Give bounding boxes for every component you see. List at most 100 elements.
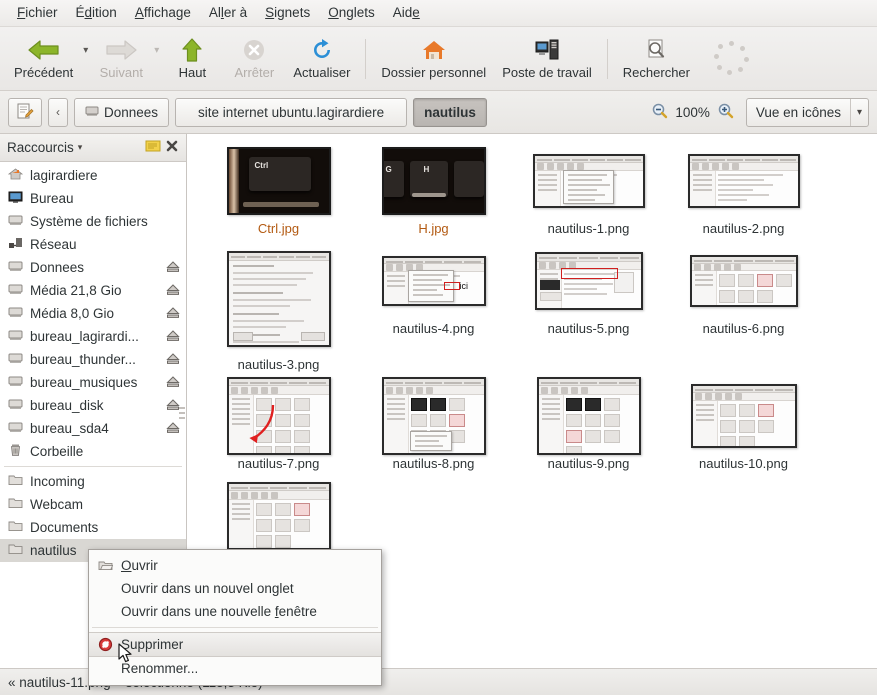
blank-icon xyxy=(97,661,113,677)
file-item[interactable]: nautilus-9.png xyxy=(511,377,666,479)
menu-edition[interactable]: Édition xyxy=(67,2,126,24)
zoom-controls: 100% xyxy=(651,102,734,122)
menu-aide[interactable]: Aide xyxy=(384,2,429,24)
eject-icon[interactable] xyxy=(166,306,180,322)
eject-icon[interactable] xyxy=(166,283,180,299)
context-menu-item-supprimer[interactable]: Supprimer xyxy=(89,632,381,657)
sidebar-item-documents[interactable]: Documents xyxy=(0,516,186,539)
pathbar-scroll-left-button[interactable]: ‹ xyxy=(48,97,68,127)
chevron-down-icon: ▾ xyxy=(856,106,862,118)
sidebar-scrollbar[interactable] xyxy=(179,407,185,435)
edit-location-button[interactable] xyxy=(8,97,42,127)
sidebar-item-bureau-thunderbird[interactable]: bureau_thunder... xyxy=(0,348,186,371)
file-item[interactable]: nautilus-8.png xyxy=(356,377,511,479)
eject-icon[interactable] xyxy=(166,398,180,414)
eject-icon[interactable] xyxy=(166,352,180,368)
sidebar-item-label: Incoming xyxy=(30,474,85,489)
breadcrumb-donnees-label: Donnees xyxy=(104,104,159,120)
sidebar-item-bureau[interactable]: Bureau xyxy=(0,187,186,210)
context-menu-separator xyxy=(92,627,378,628)
context-menu-item-ouvrir[interactable]: Ouvrir xyxy=(89,554,381,577)
file-item[interactable]: nautilus-5.png xyxy=(511,244,666,344)
sidebar-item-systeme-de-fichiers[interactable]: Système de fichiers xyxy=(0,210,186,233)
toolbar-overflow-dots-icon[interactable] xyxy=(712,39,752,79)
eject-icon[interactable] xyxy=(166,421,180,437)
file-item[interactable]: nautilus-10.png xyxy=(666,379,821,479)
file-item[interactable]: nautilus-6.png xyxy=(666,244,821,344)
file-item[interactable]: G H H.jpg xyxy=(356,144,511,244)
menu-fichier[interactable]: Fichier xyxy=(8,2,67,24)
file-name: nautilus-6.png xyxy=(702,321,785,336)
up-button[interactable]: Haut xyxy=(161,34,223,83)
stop-button[interactable]: Arrêter xyxy=(223,34,285,83)
edit-location-icon xyxy=(16,102,34,123)
breadcrumb-site-internet[interactable]: site internet ubuntu.lagirardiere xyxy=(175,97,408,127)
search-label: Rechercher xyxy=(622,65,690,80)
folder-icon xyxy=(8,519,23,536)
sidebar-item-bureau-musiques[interactable]: bureau_musiques xyxy=(0,371,186,394)
sidebar-item-label: Réseau xyxy=(30,237,77,252)
eject-icon[interactable] xyxy=(166,375,180,391)
breadcrumb-donnees[interactable]: Donnees xyxy=(74,97,170,127)
file-name: nautilus-2.png xyxy=(702,221,785,236)
zoom-in-icon[interactable] xyxy=(717,102,734,122)
sidebar-item-media-21-8-gio[interactable]: Média 21,8 Gio xyxy=(0,279,186,302)
chevron-down-icon[interactable]: ▾ xyxy=(78,142,83,153)
sidebar-item-incoming[interactable]: Incoming xyxy=(0,470,186,493)
menu-affichage[interactable]: Affichage xyxy=(126,2,200,24)
home-label: Dossier personnel xyxy=(381,65,487,80)
file-thumbnail: Ctrl xyxy=(226,147,331,215)
context-menu-item-nouvel-onglet[interactable]: Ouvrir dans un nouvel onglet xyxy=(89,577,381,600)
menu-signets[interactable]: Signets xyxy=(256,2,319,24)
file-item[interactable]: nautilus-7.png xyxy=(201,377,356,479)
forward-button[interactable]: Suivant xyxy=(90,34,152,83)
back-history-chevron-down-icon[interactable]: ▾ xyxy=(81,45,90,72)
sidebar-item-donnees[interactable]: Donnees xyxy=(0,256,186,279)
close-icon[interactable] xyxy=(165,139,179,156)
sidebar-item-label: Corbeille xyxy=(30,444,84,459)
forward-history-chevron-down-icon[interactable]: ▾ xyxy=(152,45,161,72)
sidebar-item-bureau-lagirardiere[interactable]: bureau_lagirardi... xyxy=(0,325,186,348)
folder-icon xyxy=(8,496,23,513)
sidebar-item-bureau-disk[interactable]: bureau_disk xyxy=(0,394,186,417)
chevron-left-icon: ‹ xyxy=(56,105,60,119)
eject-icon[interactable] xyxy=(166,329,180,345)
sidebar-item-label: Donnees xyxy=(30,260,85,275)
notes-icon[interactable] xyxy=(145,139,161,156)
breadcrumb-nautilus[interactable]: nautilus xyxy=(413,97,487,127)
eject-icon[interactable] xyxy=(166,260,180,276)
file-item[interactable]: nautilus-3.png xyxy=(201,244,356,379)
view-mode-select[interactable]: Vue en icônes ▾ xyxy=(745,97,869,127)
context-menu-item-nouvelle-fenetre[interactable]: Ouvrir dans une nouvelle fenêtre xyxy=(89,600,381,623)
file-thumbnail xyxy=(690,384,797,448)
file-thumbnail xyxy=(532,154,645,208)
file-name: H.jpg xyxy=(418,221,449,236)
file-thumbnail xyxy=(534,252,643,310)
sidebar-item-bureau-sda4[interactable]: bureau_sda4 xyxy=(0,417,186,440)
search-button[interactable]: Rechercher xyxy=(615,34,698,83)
reload-button[interactable]: Actualiser xyxy=(285,34,358,83)
file-item[interactable]: nautilus-2.png xyxy=(666,144,821,244)
sidebar-item-webcam[interactable]: Webcam xyxy=(0,493,186,516)
context-menu-item-renommer[interactable]: Renommer... xyxy=(89,657,381,680)
sidebar-item-media-8-0-gio[interactable]: Média 8,0 Gio xyxy=(0,302,186,325)
file-item[interactable]: nautilus-1.png xyxy=(511,144,666,244)
trash-icon xyxy=(8,443,23,460)
sidebar-item-reseau[interactable]: Réseau xyxy=(0,233,186,256)
file-name: nautilus-10.png xyxy=(699,456,788,471)
computer-button[interactable]: Poste de travail xyxy=(494,34,600,83)
red-annotation-box xyxy=(561,268,618,279)
home-folder-icon xyxy=(7,167,24,184)
file-item[interactable]: Ctrl Ctrl.jpg xyxy=(201,144,356,244)
menu-aller-a[interactable]: Aller à xyxy=(200,2,256,24)
stop-label: Arrêter xyxy=(234,65,275,80)
reload-label: Actualiser xyxy=(293,65,351,80)
sidebar-item-corbeille[interactable]: Corbeille xyxy=(0,440,186,463)
file-item[interactable]: ici nautilus-4.png xyxy=(356,244,511,344)
back-button[interactable]: Précédent xyxy=(6,34,81,83)
home-button[interactable]: Dossier personnel xyxy=(373,34,494,83)
sidebar-item-lagirardiere[interactable]: lagirardiere xyxy=(0,164,186,187)
zoom-out-icon[interactable] xyxy=(651,102,668,122)
menu-onglets[interactable]: Onglets xyxy=(319,2,384,24)
red-annotation-box xyxy=(443,281,460,291)
